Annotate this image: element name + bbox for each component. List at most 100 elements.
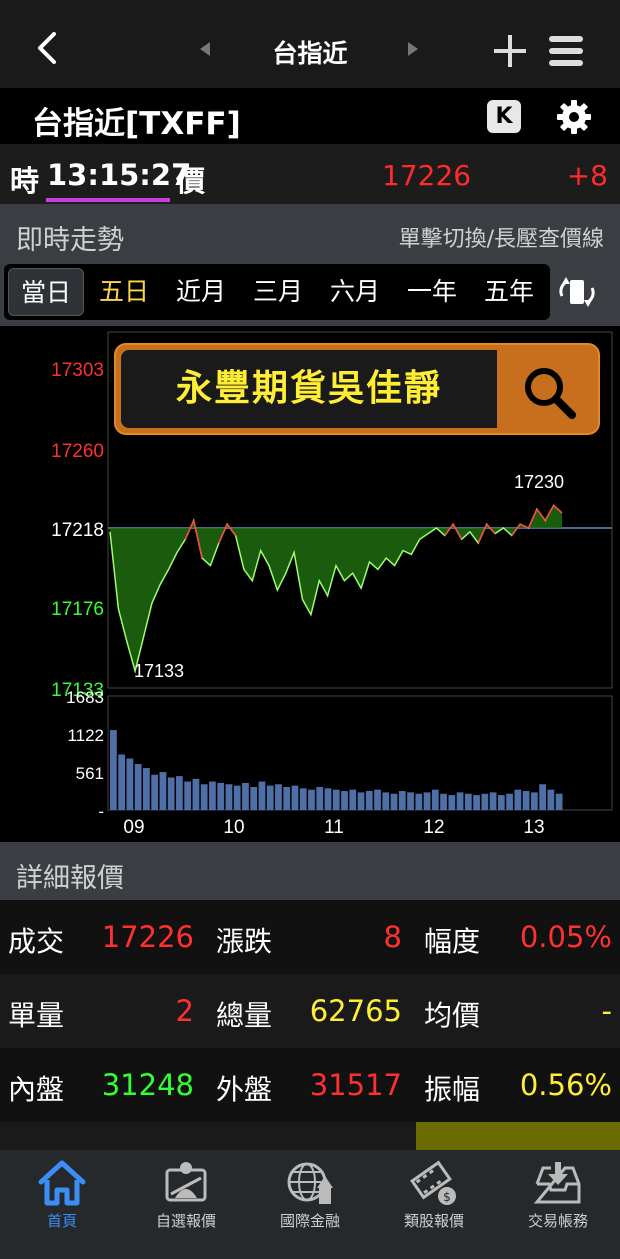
- time-tick-label: 10: [223, 817, 244, 838]
- detail-section-header: 詳細報價: [0, 842, 620, 900]
- detail-value: 17226: [101, 920, 194, 954]
- bottom-tab-bar: 首頁 自選報價 國際金融 $ 類股報價 交易帳務: [0, 1150, 620, 1259]
- rotate-screen-icon[interactable]: [556, 274, 598, 310]
- home-icon: [38, 1160, 86, 1206]
- detail-label: 幅度: [424, 925, 481, 958]
- time-tick-label: 12: [423, 817, 444, 838]
- tab-period-7[interactable]: 五年: [471, 268, 547, 316]
- trend-section-hint: 單擊切換/長壓查價線: [398, 227, 604, 252]
- time-value: 13:15:27: [47, 158, 192, 192]
- price-tick-label: 17303: [51, 360, 104, 381]
- volume-bar: [151, 774, 159, 810]
- detail-label: 漲跌: [216, 925, 273, 958]
- volume-bar: [134, 763, 142, 810]
- detail-value: 2: [175, 994, 194, 1028]
- next-symbol-icon[interactable]: [408, 42, 418, 56]
- bottom-tab-label: 首頁: [46, 1212, 77, 1230]
- volume-bar: [266, 785, 274, 810]
- bottom-tab-watchlist[interactable]: 自選報價: [124, 1150, 248, 1259]
- detail-highlight-cell: [416, 1122, 620, 1150]
- volume-bar: [118, 754, 126, 810]
- back-arrow-icon[interactable]: [30, 30, 66, 66]
- nav-bar: 台指近: [0, 0, 620, 88]
- time-tick-label: 13: [523, 817, 544, 838]
- volume-bar: [456, 792, 464, 810]
- volume-bar: [407, 792, 414, 810]
- detail-row: 成交 17226 漲跌 8 幅度 0.05%: [0, 900, 620, 974]
- detail-value: -: [601, 994, 612, 1028]
- symbol-row: 台指近[TXFF] K: [0, 88, 620, 144]
- period-tab-bar: 當日 五日 近月 三月 六月 一年 五年: [0, 260, 620, 326]
- volume-bar: [143, 768, 150, 810]
- volume-bar: [357, 792, 365, 810]
- volume-bar: [448, 795, 456, 810]
- trend-section-header: 即時走勢 單擊切換/長壓查價線: [0, 204, 620, 262]
- volume-bar: [374, 789, 381, 810]
- tab-period-1[interactable]: 當日: [8, 268, 84, 316]
- bottom-tab-label: 交易帳務: [527, 1212, 588, 1230]
- tab-period-2[interactable]: 五日: [86, 268, 162, 316]
- volume-bar: [291, 785, 299, 810]
- globe-icon: [287, 1162, 333, 1204]
- volume-bar: [332, 789, 340, 810]
- volume-bar: [390, 793, 398, 810]
- tab-period-3[interactable]: 近月: [163, 268, 239, 316]
- volume-bar: [200, 784, 208, 810]
- tab-period-5[interactable]: 六月: [317, 268, 393, 316]
- ad-banner-text: 永豐期貨吳佳靜: [175, 368, 442, 409]
- volume-tick-label: -: [98, 802, 104, 821]
- k-chart-button[interactable]: K: [487, 100, 521, 133]
- tab-period-4[interactable]: 三月: [240, 268, 316, 316]
- detail-label: 總量: [216, 999, 273, 1032]
- film-coin-icon: $: [410, 1160, 456, 1205]
- volume-bar: [242, 782, 249, 810]
- quote-row[interactable]: 時 13:15:27 價 17226 +8: [0, 144, 620, 204]
- volume-bar: [167, 777, 175, 810]
- volume-bar: [159, 772, 167, 810]
- detail-label: 單量: [8, 999, 65, 1032]
- volume-bar: [398, 791, 406, 810]
- volume-bar: [382, 792, 390, 810]
- volume-bar: [440, 793, 447, 810]
- detail-label: 成交: [8, 925, 65, 958]
- ad-banner[interactable]: 永豐期貨吳佳靜: [114, 343, 600, 435]
- bottom-tab-international[interactable]: 國際金融: [248, 1150, 372, 1259]
- detail-value: 62765: [309, 994, 402, 1028]
- price-area: [110, 505, 562, 672]
- volume-bar: [233, 785, 241, 810]
- volume-bar: [192, 778, 200, 810]
- menu-icon[interactable]: [549, 36, 583, 66]
- detail-value: 31517: [309, 1068, 402, 1102]
- nav-title: 台指近: [272, 39, 348, 68]
- volume-bar: [539, 784, 546, 810]
- price-tick-label: 17260: [51, 441, 104, 462]
- prev-symbol-icon[interactable]: [200, 42, 210, 56]
- time-underline: [46, 198, 170, 202]
- detail-label: 均價: [424, 999, 481, 1032]
- svg-text:$: $: [443, 1190, 451, 1204]
- bottom-tab-home[interactable]: 首頁: [0, 1150, 124, 1259]
- volume-bar: [217, 782, 225, 810]
- add-icon[interactable]: [494, 35, 526, 67]
- volume-bar: [308, 789, 315, 810]
- bottom-tab-trading[interactable]: 交易帳務: [496, 1150, 620, 1259]
- volume-bar: [209, 781, 216, 810]
- time-label: 時: [10, 164, 40, 198]
- detail-value: 31248: [101, 1068, 194, 1102]
- inbox-download-icon: [533, 1162, 581, 1204]
- tab-period-6[interactable]: 一年: [394, 268, 470, 316]
- bottom-tab-label: 國際金融: [279, 1212, 340, 1230]
- price-label: 價: [176, 164, 206, 198]
- symbol-name: 台指近[TXFF]: [32, 106, 241, 142]
- bottom-tab-label: 類股報價: [403, 1212, 464, 1230]
- gear-icon[interactable]: [555, 98, 593, 136]
- volume-bar: [250, 786, 258, 810]
- volume-bar: [464, 793, 472, 810]
- volume-bar: [126, 758, 134, 810]
- volume-bar: [176, 776, 183, 810]
- bottom-tab-sectors[interactable]: $ 類股報價: [372, 1150, 496, 1259]
- last-price: 17226: [382, 159, 472, 192]
- volume-bar: [275, 784, 282, 810]
- detail-label: 外盤: [216, 1073, 273, 1106]
- detail-label: 振幅: [424, 1073, 481, 1106]
